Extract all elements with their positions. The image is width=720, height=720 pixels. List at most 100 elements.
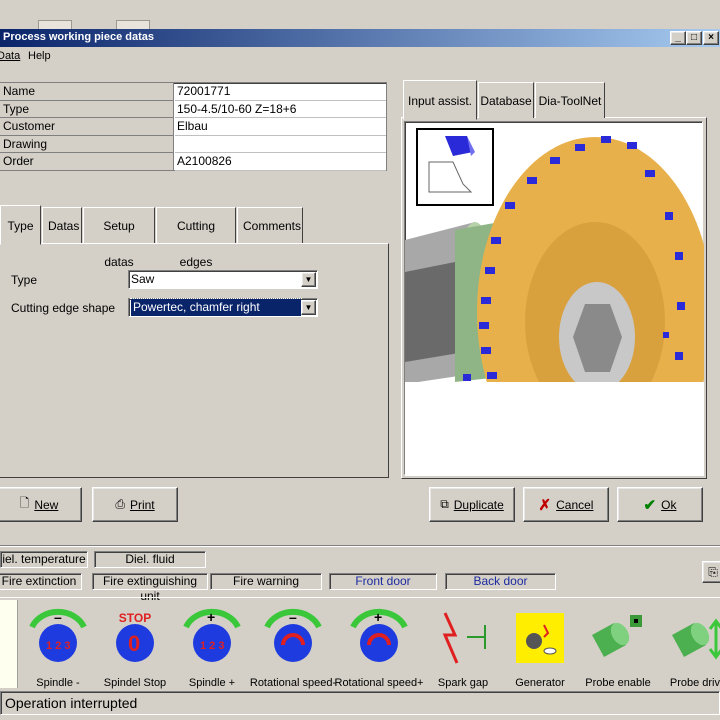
svg-text:1 2 3: 1 2 3 <box>200 640 224 652</box>
new-button-label: New <box>34 497 59 512</box>
cutting-edge-shape-value: Powertec, chamfer right <box>130 298 302 317</box>
tab-cutting-edges[interactable]: Cutting edges <box>156 207 236 269</box>
toolbar-grip <box>0 600 18 688</box>
spindle-stop-button[interactable]: 0 STOP Spindel Stop <box>95 605 175 689</box>
type-label: Type <box>11 273 38 287</box>
type-field[interactable]: 150-4.5/10-60 Z=18+6 <box>175 101 386 118</box>
svg-text:–: – <box>54 609 62 625</box>
svg-text:1 2 3: 1 2 3 <box>46 640 70 652</box>
fire-extinguishing-unit-indicator: Fire extinguishing unit <box>92 573 208 603</box>
chevron-down-icon[interactable]: ▼ <box>301 272 316 287</box>
tool-label: Probe enable <box>585 677 651 689</box>
drawing-field[interactable] <box>175 136 386 153</box>
cancel-button[interactable]: ✗ Cancel <box>523 487 609 522</box>
fire-warning-indicator: Fire warning <box>210 573 322 590</box>
stop-badge: STOP <box>118 611 152 625</box>
close-button[interactable]: × <box>703 31 719 45</box>
menu-help[interactable]: Help <box>28 50 51 62</box>
new-button[interactable]: 🗋 New <box>0 487 82 522</box>
piece-data-grid: Name 72001771 Type 150-4.5/10-60 Z=18+6 … <box>0 82 387 171</box>
menu-bar: Data Help <box>0 47 720 66</box>
dielectric-fluid-indicator: Diel. fluid <box>94 551 206 568</box>
duplicate-button[interactable]: ⧉ Duplicate <box>429 487 515 522</box>
ok-button[interactable]: ✔ Ok <box>617 487 703 522</box>
row-label: Order <box>0 153 174 171</box>
print-button-label: Print <box>129 497 155 512</box>
duplicate-icon: ⧉ <box>440 497 449 511</box>
customer-field[interactable]: Elbau <box>175 118 386 136</box>
speed-plus-icon: + <box>350 608 408 662</box>
svg-text:0: 0 <box>128 631 140 656</box>
cancel-x-icon: ✗ <box>538 496 552 514</box>
tool-label: Rotational speed+ <box>334 677 424 689</box>
saw-blade-illustration <box>405 128 713 487</box>
table-row: Name 72001771 <box>0 83 386 101</box>
row-label: Type <box>0 100 174 118</box>
type-select-value: Saw <box>131 272 155 286</box>
tab-datas[interactable]: Datas <box>42 207 82 243</box>
order-field[interactable]: A2100826 <box>175 153 386 171</box>
print-button[interactable]: ⎙ Print <box>92 487 178 522</box>
spindle-minus-icon: – 1 2 3 <box>29 608 87 662</box>
menu-data[interactable]: Data <box>0 50 20 62</box>
ok-check-icon: ✔ <box>643 496 657 514</box>
table-row: Type 150-4.5/10-60 Z=18+6 <box>0 100 386 118</box>
printer-icon: ⎙ <box>115 497 125 511</box>
menu-data-label: Data <box>0 50 21 62</box>
tool-label: Spindle + <box>188 677 236 689</box>
tab-dia-toolnet[interactable]: Dia-ToolNet <box>535 82 605 118</box>
generator-icon <box>516 613 564 663</box>
cancel-button-label: Cancel <box>556 497 594 512</box>
maximize-button[interactable]: □ <box>686 31 702 45</box>
svg-text:+: + <box>374 609 382 625</box>
spark-gap-button[interactable]: Spark gap <box>423 605 503 689</box>
tool-label: Rotational speed- <box>249 677 337 689</box>
row-label: Name <box>0 83 174 101</box>
name-field[interactable]: 72001771 <box>175 83 386 101</box>
svg-text:–: – <box>289 609 297 625</box>
probe-enable-button[interactable]: Probe enable <box>578 605 658 689</box>
tab-type[interactable]: Type <box>0 205 41 245</box>
cutting-edge-shape-label: Cutting edge shape <box>11 301 116 315</box>
spindle-plus-button[interactable]: + 1 2 3 Spindle + <box>172 605 252 689</box>
tab-database[interactable]: Database <box>478 82 534 118</box>
spindle-minus-button[interactable]: – 1 2 3 Spindle - <box>18 605 98 689</box>
ok-button-label: Ok <box>661 497 677 512</box>
rotational-speed-plus-button[interactable]: + Rotational speed+ <box>335 605 423 689</box>
dielectric-temperature-indicator: iel. temperature <box>0 551 88 568</box>
row-label: Customer <box>0 118 174 136</box>
title-bar: Process working piece datas _ □ × <box>0 29 720 47</box>
minimize-button[interactable]: _ <box>670 31 686 45</box>
tab-input-assist[interactable]: Input assist. <box>403 80 477 120</box>
divider <box>0 545 720 547</box>
status-bar: Operation interrupted <box>0 691 720 715</box>
cutting-edge-shape-select[interactable]: Powertec, chamfer right ▼ <box>128 298 318 317</box>
saw-preview-image <box>404 121 713 487</box>
tool-label: Probe drive <box>669 677 720 689</box>
tab-setup-datas[interactable]: Setup datas <box>83 207 155 269</box>
duplicate-button-label: Duplicate <box>453 497 504 512</box>
tab-comments[interactable]: Comments <box>237 207 303 243</box>
new-file-icon: 🗋 <box>19 496 30 510</box>
probe-enable-icon <box>592 615 642 657</box>
panel-toggle-icon[interactable]: ⎘ <box>702 561 720 583</box>
table-row: Drawing <box>0 135 386 153</box>
spark-gap-icon <box>442 612 486 664</box>
chevron-down-icon[interactable]: ▼ <box>301 300 316 315</box>
generator-button[interactable]: Generator <box>500 605 580 689</box>
table-row: Order A2100826 <box>0 153 386 171</box>
desktop-strip <box>0 0 720 29</box>
speed-minus-icon: – <box>264 608 322 662</box>
front-door-indicator: Front door <box>329 573 437 590</box>
svg-text:+: + <box>207 609 215 625</box>
spindle-plus-icon: + 1 2 3 <box>183 608 241 662</box>
row-label: Drawing <box>0 135 174 153</box>
back-door-indicator: Back door <box>445 573 556 590</box>
menu-help-label: Help <box>28 50 51 62</box>
type-select[interactable]: Saw ▼ <box>128 270 318 289</box>
probe-drive-button[interactable]: Probe drive <box>658 605 720 689</box>
table-row: Customer Elbau <box>0 118 386 136</box>
fire-extinction-indicator: Fire extinction <box>0 573 82 590</box>
rotational-speed-minus-button[interactable]: – Rotational speed- <box>250 605 336 689</box>
window-title: Process working piece datas <box>3 31 155 43</box>
